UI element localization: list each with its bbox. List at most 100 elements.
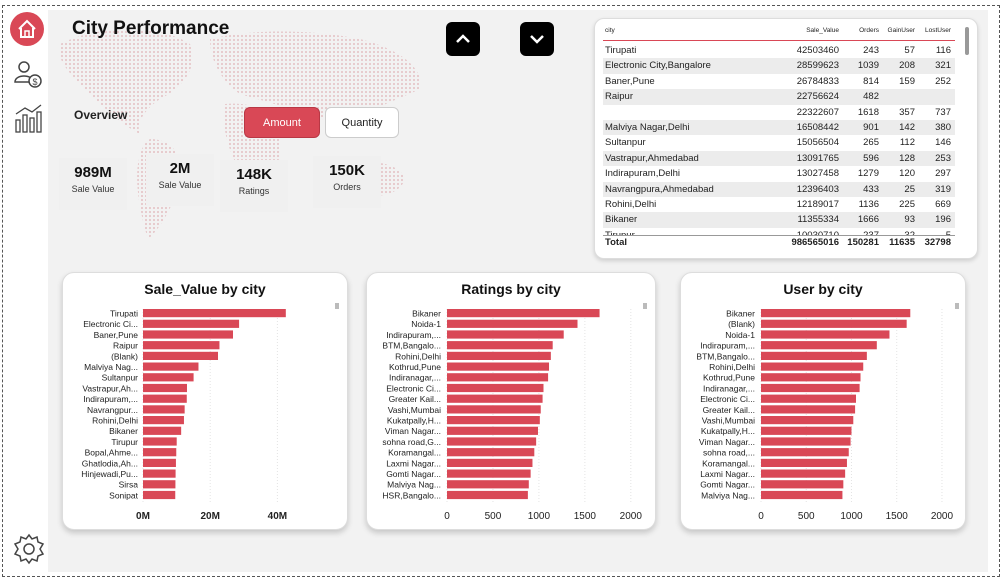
bar[interactable] — [447, 362, 550, 371]
bar[interactable] — [761, 330, 890, 339]
bar[interactable] — [447, 373, 549, 382]
bar[interactable] — [761, 373, 861, 382]
bar[interactable] — [143, 383, 187, 393]
bar[interactable] — [447, 341, 553, 350]
table-row[interactable]: 22322607 1618 357 737 — [603, 105, 955, 120]
bar[interactable] — [143, 480, 176, 489]
y-category-label: Baner,Pune — [94, 330, 139, 340]
bar[interactable] — [447, 383, 544, 393]
column-header-orders[interactable]: Orders — [843, 27, 879, 34]
bar[interactable] — [761, 426, 852, 435]
home-button[interactable] — [10, 12, 44, 46]
table-row[interactable]: Baner,Pune 26784833 814 159 252 — [603, 74, 955, 89]
table-row[interactable]: Bikaner 11355334 1666 93 196 — [603, 212, 955, 228]
column-header-gainuser[interactable]: GainUser — [885, 27, 915, 34]
table-row[interactable]: Tirupur 10030710 237 32 5 — [603, 228, 955, 235]
table-row[interactable]: Electronic City,Bangalore 28599623 1039 208… — [603, 58, 955, 74]
quantity-toggle-button[interactable]: Quantity — [325, 107, 399, 138]
bar[interactable] — [447, 309, 600, 318]
bar[interactable] — [447, 458, 533, 467]
table-cell: 901 — [863, 121, 879, 133]
bar[interactable] — [761, 405, 856, 414]
table-cell: Baner,Pune — [605, 75, 655, 87]
y-category-label: BTM,Bangalo... — [382, 341, 441, 351]
kpi-value: 989M — [74, 164, 112, 181]
bar[interactable] — [447, 480, 529, 489]
bar[interactable] — [447, 448, 535, 457]
bar[interactable] — [761, 437, 851, 446]
amount-toggle-button[interactable]: Amount — [244, 107, 320, 138]
bar[interactable] — [447, 351, 551, 360]
chart-scrollbar[interactable] — [643, 303, 647, 309]
bar[interactable] — [143, 362, 199, 371]
bar[interactable] — [143, 351, 219, 360]
bar[interactable] — [143, 458, 176, 467]
table-row[interactable]: Vastrapur,Ahmedabad 13091765 596 128 253 — [603, 150, 955, 167]
x-tick-label: 2000 — [620, 511, 643, 522]
bar[interactable] — [761, 351, 867, 360]
bar[interactable] — [143, 416, 184, 425]
gear-icon[interactable] — [12, 532, 46, 566]
chart-scrollbar[interactable] — [335, 303, 339, 309]
table-row[interactable]: Malviya Nagar,Delhi 16508442 901 142 380 — [603, 119, 955, 136]
scroll-down-button[interactable] — [520, 22, 554, 56]
bar[interactable] — [761, 341, 877, 350]
bar[interactable] — [143, 426, 182, 435]
bar[interactable] — [447, 426, 538, 435]
total-orders: 150281 — [847, 237, 879, 248]
bar[interactable] — [761, 458, 847, 467]
bar[interactable] — [447, 330, 564, 339]
bar[interactable] — [447, 490, 528, 500]
column-header-sale-value[interactable]: Sale_Value — [785, 27, 839, 34]
table-row[interactable]: Raipur 22756624 482 — [603, 89, 955, 105]
bar[interactable] — [143, 448, 177, 457]
bar[interactable] — [143, 373, 194, 382]
bar[interactable] — [143, 309, 286, 318]
table-cell: 12396403 — [796, 183, 839, 195]
y-category-label: Gomti Nagar... — [700, 480, 755, 490]
y-category-label: Malviya Nag... — [387, 480, 441, 490]
table-cell: 252 — [935, 75, 951, 87]
table-row[interactable]: Indirapuram,Delhi 13027458 1279 120 297 — [603, 166, 955, 181]
bar[interactable] — [143, 405, 185, 414]
bar[interactable] — [447, 437, 537, 446]
column-header-city[interactable]: city — [605, 27, 615, 34]
bar[interactable] — [447, 405, 541, 414]
table-cell: 57 — [904, 45, 915, 56]
bar[interactable] — [761, 416, 854, 425]
table-row[interactable]: Rohini,Delhi 12189017 1136 225 669 — [603, 197, 955, 212]
home-icon — [18, 19, 36, 38]
bar[interactable] — [143, 490, 176, 500]
scroll-up-button[interactable] — [446, 22, 480, 56]
y-category-label: Greater Kail... — [389, 394, 441, 404]
bar[interactable] — [447, 469, 531, 478]
bar[interactable] — [761, 480, 844, 489]
bar[interactable] — [761, 383, 860, 393]
bar[interactable] — [761, 394, 856, 403]
table-cell: 208 — [899, 60, 915, 72]
bar[interactable] — [761, 448, 849, 457]
table-scrollbar[interactable] — [965, 27, 969, 55]
bar[interactable] — [761, 309, 911, 318]
table-row[interactable]: Navrangpura,Ahmedabad 12396403 433 25 319 — [603, 181, 955, 197]
bar[interactable] — [761, 319, 907, 328]
y-category-label: Indiranagar,... — [389, 373, 441, 383]
bar[interactable] — [143, 341, 220, 350]
bar[interactable] — [761, 362, 864, 371]
bar[interactable] — [143, 394, 187, 403]
bar[interactable] — [447, 394, 543, 403]
bar[interactable] — [447, 416, 540, 425]
user-chart: 0 500 1000 1500 2000Bikaner(Blank)Noida-1Ind… — [696, 309, 953, 523]
chart-scrollbar[interactable] — [955, 303, 959, 309]
bar[interactable] — [761, 490, 843, 500]
bar[interactable] — [447, 319, 578, 328]
bar[interactable] — [143, 437, 177, 446]
column-header-lostuser[interactable]: LostUser — [919, 27, 951, 34]
bar[interactable] — [143, 319, 240, 328]
bar[interactable] — [761, 469, 846, 478]
table-row[interactable]: Sultanpur 15056504 265 112 146 — [603, 135, 955, 150]
y-category-label: Viman Nagar... — [385, 426, 441, 436]
bar[interactable] — [143, 469, 176, 478]
table-row[interactable]: Tirupati 42503460 243 57 116 — [603, 43, 955, 58]
bar[interactable] — [143, 330, 233, 339]
